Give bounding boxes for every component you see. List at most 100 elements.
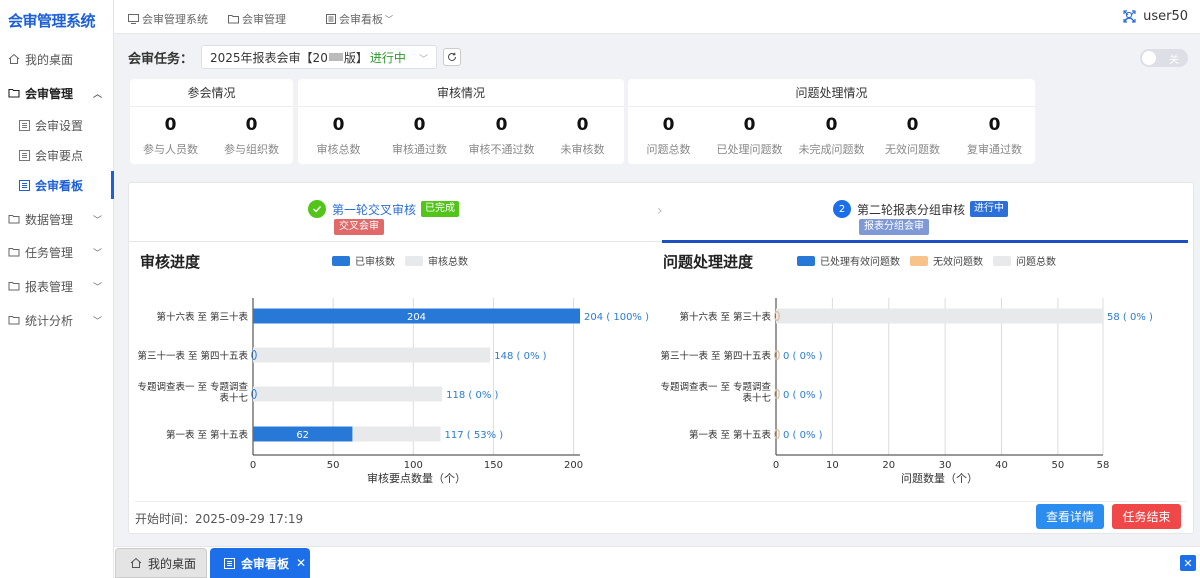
- sidebar-item-report-management[interactable]: 报表管理 ﹀: [0, 272, 114, 300]
- breadcrumb-dashboard[interactable]: 会审看板 ﹀: [326, 11, 393, 27]
- stat-item: 0 问题总数: [628, 115, 709, 157]
- finish-task-button[interactable]: 任务结束: [1112, 504, 1181, 529]
- footer-divider: [135, 501, 1187, 502]
- stat-value: 0: [906, 115, 919, 135]
- stat-label: 无效问题数: [885, 143, 940, 156]
- y-category-label: 第三十一表 至 第四十五表: [660, 350, 771, 362]
- y-category-label: 第一表 至 第十五表: [166, 429, 249, 441]
- list-icon: [18, 179, 30, 191]
- y-category-label: 第一表 至 第十五表: [689, 429, 772, 441]
- folder-icon: [8, 280, 20, 292]
- stat-item: 0 参与人员数: [130, 115, 211, 157]
- stat-label: 未审核数: [560, 143, 605, 156]
- x-tick-label: 58: [1097, 460, 1110, 471]
- stat-label: 未完成问题数: [798, 143, 865, 156]
- sidebar-item-statistics[interactable]: 统计分析 ﹀: [0, 306, 114, 334]
- bar-total: [253, 386, 443, 402]
- chevron-down-icon: ﹀: [92, 283, 102, 293]
- close-all-tabs-button[interactable]: ✕: [1180, 555, 1196, 571]
- breadcrumb-label: 会审看板: [339, 13, 383, 26]
- tab-dashboard[interactable]: 会审看板 ✕: [210, 548, 310, 578]
- breadcrumb-label: 会审管理: [242, 13, 286, 26]
- y-category-label: 第十六表 至 第三十表: [679, 311, 771, 323]
- zero-marker: [774, 429, 780, 439]
- sidebar-item-task-management[interactable]: 任务管理 ﹀: [0, 238, 114, 266]
- sidebar-item-label: 会审管理: [25, 86, 74, 101]
- stat-value: 0: [164, 115, 177, 135]
- stat-item: 0 无效问题数: [872, 115, 953, 157]
- folder-icon: [8, 246, 20, 258]
- stat-value: 0: [825, 115, 838, 135]
- sidebar-group-review-management[interactable]: 会审管理 ︿: [0, 79, 114, 107]
- stat-value: 0: [332, 115, 345, 135]
- task-select[interactable]: 2025年报表会审【20 版】 进行中 ﹀: [201, 45, 438, 69]
- stat-item: 0 参与组织数: [211, 115, 292, 157]
- zero-marker: [774, 350, 780, 360]
- sidebar-item-desktop[interactable]: 我的桌面: [0, 45, 114, 73]
- x-tick-label: 30: [939, 460, 952, 471]
- stat-label: 参与组织数: [224, 143, 279, 156]
- stat-item: 0 审核通过数: [379, 115, 460, 157]
- sidebar-item-label: 任务管理: [25, 245, 74, 260]
- x-tick-label: 10: [826, 460, 839, 471]
- participation-panel: 参会情况 0 参与人员数 0 参与组织数: [130, 79, 293, 164]
- chevron-down-icon: ﹀: [92, 249, 102, 259]
- list-icon: [18, 119, 30, 131]
- review-panel: 审核情况 0 审核总数 0 审核通过数 0 审核不通过数 0 未审核数: [298, 79, 624, 164]
- x-tick-label: 40: [995, 460, 1008, 471]
- stat-label: 复审通过数: [967, 143, 1022, 156]
- home-icon: [130, 557, 142, 569]
- sidebar-item-label: 报表管理: [25, 279, 74, 294]
- sidebar-item-label: 我的桌面: [25, 52, 74, 67]
- tab-bar: 我的桌面 会审看板 ✕ ✕: [114, 546, 1200, 578]
- sidebar-item-review-points[interactable]: 会审要点: [0, 141, 114, 169]
- sidebar-item-review-settings[interactable]: 会审设置: [0, 111, 114, 139]
- y-category-label: 专题调查表一 至 专题调查: [660, 381, 771, 393]
- bar-data-label: 58 ( 0% ): [1107, 312, 1153, 323]
- bar-inner-label: 204: [407, 312, 426, 323]
- stat-label: 已处理问题数: [716, 143, 783, 156]
- folder-icon: [8, 314, 20, 326]
- panel-title: 问题处理情况: [628, 79, 1035, 107]
- stat-item: 0 审核总数: [298, 115, 379, 157]
- sidebar: 会审管理系统 我的桌面 会审管理 ︿ 会审设置 会审要点 会审看板 数据管理 ﹀: [0, 0, 114, 578]
- x-tick-label: 200: [564, 460, 583, 471]
- view-details-button[interactable]: 查看详情: [1036, 504, 1104, 529]
- panel-title: 审核情况: [298, 79, 624, 107]
- stat-value: 0: [495, 115, 508, 135]
- refresh-button[interactable]: [443, 48, 462, 66]
- app-logo[interactable]: 会审管理系统: [8, 10, 96, 31]
- bar-total: [776, 308, 1103, 324]
- bar-data-label: 0 ( 0% ): [783, 430, 823, 441]
- x-tick-label: 50: [327, 460, 340, 471]
- task-label: 会审任务：: [128, 51, 194, 67]
- issues-panel: 问题处理情况 0 问题总数 0 已处理问题数 0 未完成问题数 0 无效问题数 0 复审通…: [628, 79, 1035, 164]
- bar-data-label: 148 ( 0% ): [494, 351, 546, 362]
- stat-item: 0 未审核数: [542, 115, 623, 157]
- tab-desktop[interactable]: 我的桌面: [115, 548, 207, 578]
- chevron-down-icon: ﹀: [92, 317, 102, 327]
- user-icon: [1123, 11, 1135, 23]
- stat-value: 0: [743, 115, 756, 135]
- breadcrumb-review-management[interactable]: 会审管理: [228, 11, 286, 27]
- bar-data-label: 118 ( 0% ): [446, 390, 498, 401]
- breadcrumb-label: 会审管理系统: [142, 13, 208, 26]
- task-status: 进行中: [369, 50, 406, 65]
- stat-label: 问题总数: [646, 143, 691, 156]
- stat-label: 审核总数: [316, 143, 361, 156]
- breadcrumb-system[interactable]: 会审管理系统: [128, 11, 208, 27]
- close-tab-icon[interactable]: ✕: [296, 556, 306, 570]
- sidebar-item-data-management[interactable]: 数据管理 ﹀: [0, 205, 114, 233]
- list-icon: [224, 557, 235, 569]
- user-menu[interactable]: user50: [1123, 9, 1188, 24]
- folder-icon: [8, 213, 20, 225]
- auto-refresh-toggle[interactable]: 关: [1140, 49, 1188, 67]
- sidebar-item-review-dashboard[interactable]: 会审看板: [0, 171, 114, 199]
- start-time: 开始时间：2025-09-29 17:19: [135, 512, 304, 526]
- x-tick-label: 20: [882, 460, 895, 471]
- x-tick-label: 150: [484, 460, 503, 471]
- bar-data-label: 204 ( 100% ): [584, 312, 649, 323]
- task-select-suffix: 版】: [343, 50, 368, 65]
- task-select-value: 2025年报表会审【20: [210, 50, 328, 65]
- zero-marker: [774, 389, 780, 399]
